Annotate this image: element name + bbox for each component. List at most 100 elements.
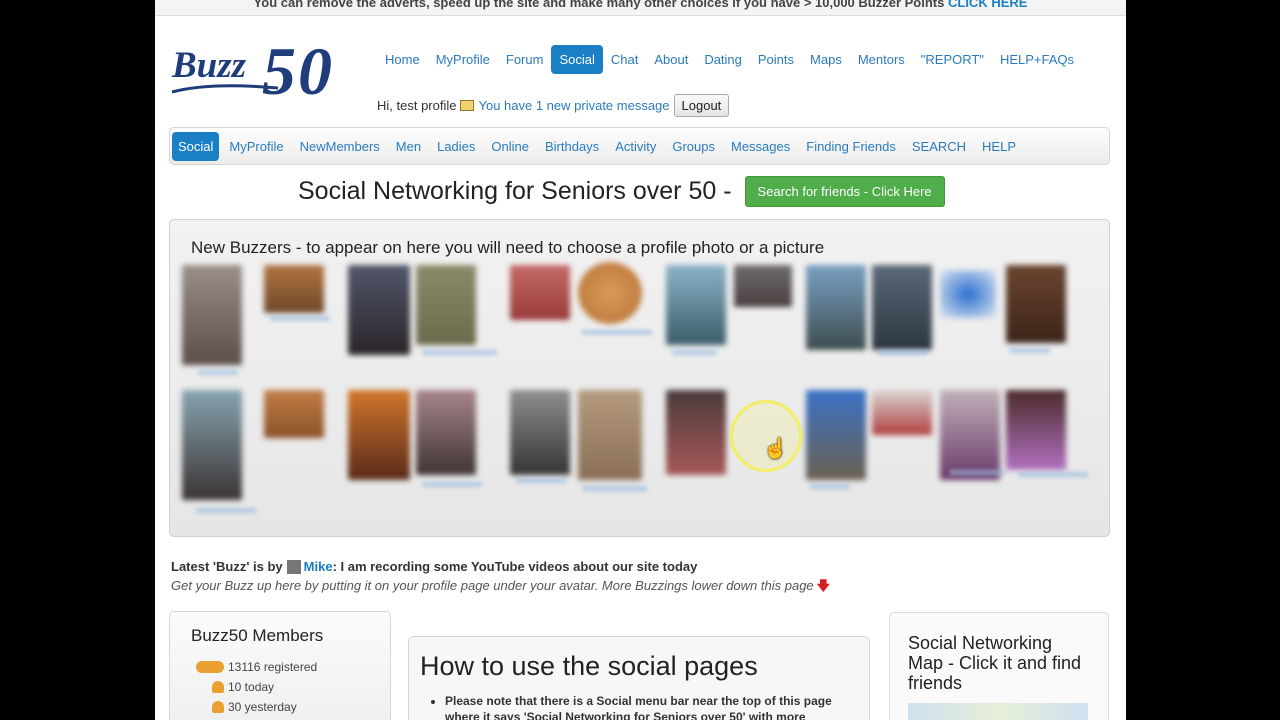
buzzer-caption[interactable] — [196, 508, 256, 513]
today-count: 10 today — [228, 680, 275, 694]
buzzer-photo[interactable] — [806, 265, 866, 350]
member-icon — [212, 681, 224, 693]
nav-points[interactable]: Points — [750, 45, 802, 74]
buzz50-logo[interactable]: Buzz 50 — [170, 33, 370, 109]
nav-maps[interactable]: Maps — [802, 45, 850, 74]
subnav-online[interactable]: Online — [485, 132, 535, 161]
buzzer-photo[interactable] — [872, 390, 932, 435]
today-row: 10 today — [212, 680, 274, 694]
mail-icon — [460, 100, 475, 111]
buzzer-photo[interactable] — [416, 265, 476, 345]
buzzer-photo[interactable] — [1006, 390, 1066, 470]
logo-fifty-text: 50 — [262, 33, 334, 109]
subnav-finding-friends[interactable]: Finding Friends — [800, 132, 902, 161]
buzzer-photo[interactable] — [734, 265, 792, 307]
buzzer-caption[interactable] — [270, 316, 330, 321]
buzzer-caption[interactable] — [516, 478, 566, 483]
down-arrow-icon[interactable]: 🡇 — [817, 578, 830, 593]
latest-buzz-text: : I am recording some YouTube videos abo… — [332, 559, 698, 574]
buzzer-photo[interactable] — [510, 265, 570, 320]
buzzer-caption[interactable] — [672, 350, 717, 355]
buzzer-caption[interactable] — [878, 350, 928, 355]
buzzer-photo[interactable] — [666, 390, 726, 475]
subnav-ladies[interactable]: Ladies — [431, 132, 481, 161]
buzzer-photo[interactable] — [806, 390, 866, 480]
main-nav: Home MyProfile Forum Social Chat About D… — [377, 44, 1082, 74]
subnav-men[interactable]: Men — [390, 132, 427, 161]
latest-buzz-prefix: Latest 'Buzz' is by — [171, 559, 283, 574]
howto-panel: How to use the social pages Please note … — [408, 636, 870, 720]
new-buzzers-panel: New Buzzers - to appear on here you will… — [169, 219, 1110, 537]
search-friends-button[interactable]: Search for friends - Click Here — [744, 176, 945, 207]
subnav-birthdays[interactable]: Birthdays — [539, 132, 605, 161]
nav-forum[interactable]: Forum — [498, 45, 552, 74]
buzzer-caption[interactable] — [1010, 348, 1050, 353]
buzzer-caption[interactable] — [810, 484, 850, 489]
buzzer-photo[interactable] — [264, 390, 324, 438]
subnav-messages[interactable]: Messages — [725, 132, 796, 161]
buzzer-photo[interactable] — [666, 265, 726, 345]
members-group-icon — [196, 661, 224, 673]
registered-count: 13116 registered — [228, 660, 318, 674]
buzzer-photo[interactable] — [940, 390, 1000, 480]
nav-about[interactable]: About — [646, 45, 696, 74]
new-buzzers-heading: New Buzzers - to appear on here you will… — [191, 238, 825, 257]
members-title: Buzz50 Members — [191, 626, 324, 645]
buzzer-caption[interactable] — [582, 330, 652, 335]
page-title: Social Networking for Seniors over 50 - — [298, 177, 732, 205]
subnav-help[interactable]: HELP — [976, 132, 1022, 161]
map-thumbnail[interactable] — [908, 703, 1088, 720]
howto-list: Please note that there is a Social menu … — [445, 693, 869, 720]
buzzer-photo[interactable] — [348, 390, 410, 480]
members-panel: Buzz50 Members 13116 registered 10 today… — [169, 611, 391, 720]
buzzer-photo[interactable] — [182, 265, 242, 365]
banner-text: You can remove the adverts, speed up the… — [253, 0, 945, 10]
buzzer-caption[interactable] — [950, 470, 1005, 475]
nav-home[interactable]: Home — [377, 45, 428, 74]
buzzer-photo[interactable] — [940, 270, 996, 318]
buzzer-caption[interactable] — [582, 486, 647, 491]
buzz-hint-text: Get your Buzz up here by putting it on y… — [171, 578, 814, 593]
buzzer-photo[interactable] — [872, 265, 932, 350]
banner-click-here-link[interactable]: CLICK HERE — [948, 0, 1027, 10]
nav-mentors[interactable]: Mentors — [850, 45, 913, 74]
yesterday-row: 30 yesterday — [212, 700, 297, 714]
greeting-text: Hi, test profile — [377, 98, 457, 113]
nav-chat[interactable]: Chat — [603, 45, 646, 74]
buzzer-photo[interactable] — [348, 265, 410, 355]
map-title: Social Networking Map - Click it and fin… — [908, 633, 1082, 693]
buzzer-caption[interactable] — [1018, 472, 1088, 477]
map-panel[interactable]: Social Networking Map - Click it and fin… — [889, 612, 1109, 720]
subnav-activity[interactable]: Activity — [609, 132, 662, 161]
subnav-search[interactable]: SEARCH — [906, 132, 972, 161]
subnav-groups[interactable]: Groups — [666, 132, 721, 161]
logo-swoosh — [171, 84, 279, 94]
social-sub-nav: Social MyProfile NewMembers Men Ladies O… — [169, 127, 1110, 165]
registered-row: 13116 registered — [196, 660, 317, 674]
buzzer-photo[interactable] — [1006, 265, 1066, 343]
buzzer-photo[interactable] — [578, 262, 642, 324]
buzzer-photo[interactable] — [578, 390, 642, 480]
buzzer-photo[interactable] — [510, 390, 570, 475]
nav-social[interactable]: Social — [551, 44, 603, 74]
logout-button[interactable]: Logout — [673, 94, 730, 117]
page-headline: Social Networking for Seniors over 50 - … — [298, 176, 945, 207]
private-message-link[interactable]: You have 1 new private message — [478, 98, 669, 113]
nav-dating[interactable]: Dating — [696, 45, 750, 74]
buzzer-caption[interactable] — [422, 482, 482, 487]
subnav-social[interactable]: Social — [172, 131, 220, 161]
subnav-newmembers[interactable]: NewMembers — [294, 132, 386, 161]
page: You can remove the adverts, speed up the… — [155, 0, 1126, 720]
buzzer-photo[interactable] — [264, 265, 324, 313]
nav-help-faqs[interactable]: HELP+FAQs — [992, 45, 1082, 74]
buzzer-photo[interactable] — [416, 390, 476, 475]
buzzer-photo[interactable] — [182, 390, 242, 500]
latest-buzz-line: Latest 'Buzz' is by Mike : I am recordin… — [171, 559, 697, 574]
nav-myprofile[interactable]: MyProfile — [428, 45, 498, 74]
subnav-myprofile[interactable]: MyProfile — [223, 132, 289, 161]
howto-bullet: Please note that there is a Social menu … — [445, 693, 869, 720]
buzzer-caption[interactable] — [198, 370, 238, 375]
buzz-author-link[interactable]: Mike — [304, 559, 333, 574]
nav-report[interactable]: "REPORT" — [913, 45, 992, 74]
buzzer-caption[interactable] — [422, 350, 497, 355]
